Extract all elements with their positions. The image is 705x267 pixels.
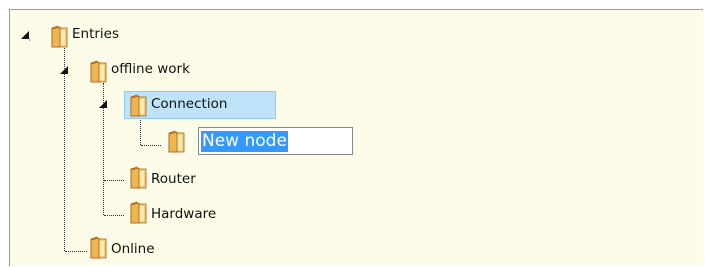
tree-view[interactable]: Entries offline work Connection New node… [9, 9, 703, 266]
folder-icon [130, 94, 147, 117]
tree-node-label[interactable]: Hardware [148, 202, 219, 226]
folder-icon [90, 236, 107, 259]
tree-node-label[interactable]: Entries [69, 22, 122, 46]
tree-node-label[interactable]: Router [148, 167, 199, 191]
folder-icon [168, 130, 185, 153]
folder-icon [90, 60, 107, 83]
expanded-arrow-icon[interactable] [97, 98, 109, 110]
folder-icon [130, 166, 147, 189]
folder-icon [130, 201, 147, 224]
expanded-arrow-icon[interactable] [19, 29, 31, 41]
rename-input[interactable]: New node [198, 127, 354, 155]
tree-guide-line [65, 251, 87, 252]
tree-guide-line [140, 117, 141, 145]
folder-icon [51, 25, 68, 48]
tree-guide-line [104, 180, 124, 181]
tree-guide-line [104, 215, 124, 216]
tree-guide-line [141, 145, 161, 146]
expanded-arrow-icon[interactable] [58, 64, 70, 76]
tree-node-label[interactable]: Connection [148, 92, 230, 116]
tree-guide-line [64, 48, 65, 251]
tree-node-label[interactable]: offline work [108, 57, 193, 81]
tree-node-label[interactable]: Online [108, 237, 158, 261]
rename-field[interactable] [199, 128, 354, 154]
